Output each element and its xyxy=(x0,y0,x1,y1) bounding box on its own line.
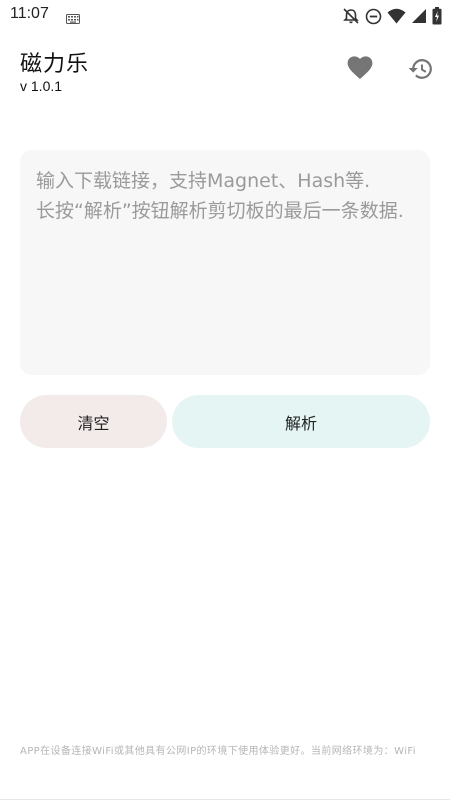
history-button[interactable] xyxy=(404,55,436,87)
alarm-off-icon xyxy=(342,7,360,25)
app-version: v 1.0.1 xyxy=(20,78,63,94)
app-title: 磁力乐 xyxy=(20,52,90,77)
wifi-icon xyxy=(387,8,406,24)
battery-icon xyxy=(432,7,442,25)
heart-icon xyxy=(347,56,373,84)
network-status-note: APP在设备连接WiFi或其他具有公网IP的环境下使用体验更好。当前网络环境为：… xyxy=(20,746,416,757)
do-not-disturb-icon xyxy=(365,8,382,25)
history-icon xyxy=(406,56,434,86)
status-time: 11:07 xyxy=(10,5,49,22)
clear-button[interactable]: 清空 xyxy=(20,395,167,448)
keyboard-icon xyxy=(66,9,80,28)
app-header: 磁力乐 v 1.0.1 xyxy=(0,40,450,104)
signal-icon xyxy=(411,8,427,24)
parse-button[interactable]: 解析 xyxy=(172,395,430,448)
favorites-button[interactable] xyxy=(345,55,375,85)
status-bar: 11:07 xyxy=(0,0,450,32)
status-icons xyxy=(342,6,442,26)
link-input[interactable] xyxy=(20,150,430,375)
